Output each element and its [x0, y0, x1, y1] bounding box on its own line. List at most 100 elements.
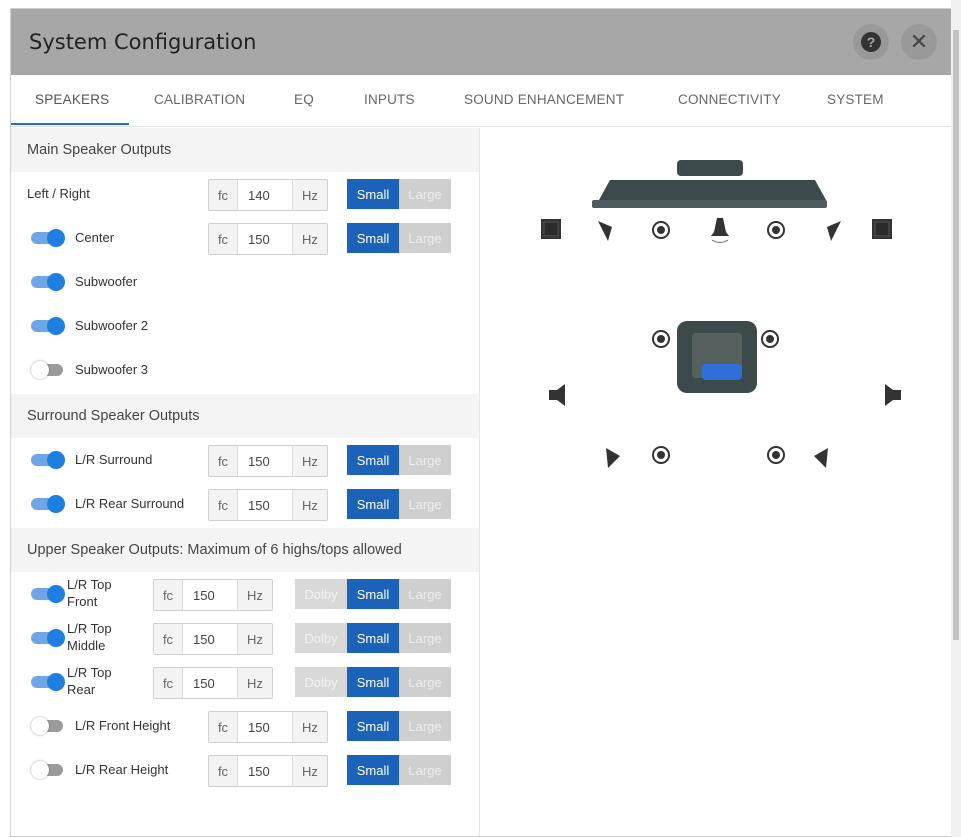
- large-button[interactable]: Large: [399, 579, 451, 609]
- lr-front-height-toggle[interactable]: [31, 717, 67, 735]
- size-selector: Small Large: [347, 179, 451, 209]
- row-lr-rear-height: L/R Rear Height fc 150 Hz Small Large: [11, 748, 479, 792]
- crossover-input[interactable]: fc 150 Hz: [208, 445, 328, 477]
- main-section-heading: Main Speaker Outputs: [11, 128, 479, 172]
- crossover-input[interactable]: fc 150 Hz: [208, 711, 328, 743]
- small-button[interactable]: Small: [347, 623, 399, 653]
- crossover-value[interactable]: 150: [238, 490, 292, 520]
- dolby-button[interactable]: Dolby: [295, 579, 347, 609]
- help-button[interactable]: ?: [853, 24, 889, 60]
- scrollbar-thumb[interactable]: [953, 30, 959, 640]
- small-button[interactable]: Small: [347, 179, 399, 209]
- small-button[interactable]: Small: [347, 223, 399, 253]
- large-button[interactable]: Large: [399, 223, 451, 253]
- row-label: L/R Front Height: [75, 718, 171, 733]
- row-lr-top-front: L/R Top Front fc 150 Hz Dolby Small Large: [11, 572, 479, 616]
- upper-section-heading: Upper Speaker Outputs: Maximum of 6 high…: [11, 528, 479, 572]
- small-button[interactable]: Small: [347, 445, 399, 475]
- small-button[interactable]: Small: [347, 755, 399, 785]
- front-right-speaker-icon: [827, 221, 841, 241]
- tab-sound-enhancement[interactable]: SOUND ENHANCEMENT: [464, 92, 624, 107]
- large-button[interactable]: Large: [399, 445, 451, 475]
- lr-rear-height-toggle[interactable]: [31, 761, 67, 779]
- size-selector: Dolby Small Large: [295, 623, 451, 653]
- crossover-value[interactable]: 150: [183, 624, 237, 654]
- crossover-value[interactable]: 150: [238, 224, 292, 254]
- rear-left-speaker-icon: [606, 448, 620, 468]
- close-button[interactable]: ✕: [901, 24, 937, 60]
- large-button[interactable]: Large: [399, 755, 451, 785]
- size-selector: Small Large: [347, 223, 451, 253]
- active-tab-indicator: [11, 123, 129, 125]
- row-center: Center fc 150 Hz Small Large: [11, 216, 479, 260]
- crossover-value[interactable]: 150: [183, 580, 237, 610]
- small-button[interactable]: Small: [347, 667, 399, 697]
- row-subwoofer: Subwoofer: [11, 260, 479, 304]
- subwoofer-toggle[interactable]: [31, 273, 67, 291]
- crossover-value[interactable]: 140: [238, 180, 292, 210]
- size-selector: Small Large: [347, 489, 451, 519]
- lr-rear-surround-toggle[interactable]: [31, 495, 67, 513]
- tab-inputs[interactable]: INPUTS: [364, 92, 415, 107]
- front-left-speaker-icon: [598, 221, 612, 241]
- rear-right-speaker-icon: [814, 448, 828, 468]
- size-selector: Small Large: [347, 445, 451, 475]
- large-button[interactable]: Large: [399, 489, 451, 519]
- row-subwoofer-3: Subwoofer 3: [11, 348, 479, 392]
- row-subwoofer-2: Subwoofer 2: [11, 304, 479, 348]
- crossover-input[interactable]: fc 150 Hz: [208, 223, 328, 255]
- crossover-input[interactable]: fc 150 Hz: [208, 489, 328, 521]
- tab-speakers[interactable]: SPEAKERS: [35, 92, 109, 107]
- subwoofer-2-toggle[interactable]: [31, 317, 67, 335]
- speaker-layout-diagram: [480, 128, 951, 836]
- small-button[interactable]: Small: [347, 711, 399, 741]
- top-rear-right-speaker-icon: [767, 446, 785, 464]
- row-label: Left / Right: [27, 186, 90, 201]
- small-button[interactable]: Small: [347, 579, 399, 609]
- lr-top-middle-toggle[interactable]: [31, 629, 67, 647]
- help-icon: ?: [861, 32, 881, 52]
- row-label: Subwoofer: [75, 274, 138, 289]
- large-button[interactable]: Large: [399, 667, 451, 697]
- large-button[interactable]: Large: [399, 711, 451, 741]
- small-button[interactable]: Small: [347, 489, 399, 519]
- row-lr-top-middle: L/R Top Middle fc 150 Hz Dolby Small Larg…: [11, 616, 479, 660]
- crossover-value[interactable]: 150: [183, 668, 237, 698]
- crossover-input[interactable]: fc 150 Hz: [153, 623, 273, 655]
- crossover-input[interactable]: fc 150 Hz: [153, 579, 273, 611]
- center-speaker-icon: [711, 218, 729, 243]
- row-left-right: Left / Right fc 140 Hz Small Large: [11, 172, 479, 216]
- top-middle-right-speaker-icon: [761, 330, 779, 348]
- row-label: L/R Top Middle: [67, 621, 112, 653]
- title-bar: System Configuration ? ✕: [11, 9, 951, 75]
- dolby-button[interactable]: Dolby: [295, 667, 347, 697]
- tab-eq[interactable]: EQ: [294, 92, 314, 107]
- row-label: L/R Rear Height: [75, 762, 169, 777]
- scrollbar[interactable]: [951, 0, 961, 837]
- tab-system[interactable]: SYSTEM: [827, 92, 884, 107]
- size-selector: Small Large: [347, 755, 451, 785]
- top-front-left-speaker-icon: [652, 221, 670, 239]
- crossover-value[interactable]: 150: [238, 756, 292, 786]
- center-toggle[interactable]: [31, 229, 67, 247]
- large-button[interactable]: Large: [399, 623, 451, 653]
- lr-surround-toggle[interactable]: [31, 451, 67, 469]
- close-icon: ✕: [909, 29, 929, 54]
- size-selector: Small Large: [347, 711, 451, 741]
- lr-top-front-toggle[interactable]: [31, 585, 67, 603]
- crossover-input[interactable]: fc 140 Hz: [208, 179, 328, 211]
- crossover-value[interactable]: 150: [238, 712, 292, 742]
- dolby-button[interactable]: Dolby: [295, 623, 347, 653]
- crossover-input[interactable]: fc 150 Hz: [153, 667, 273, 699]
- large-button[interactable]: Large: [399, 179, 451, 209]
- row-label: Subwoofer 2: [75, 318, 148, 333]
- tab-bar: SPEAKERS CALIBRATION EQ INPUTS SOUND ENH…: [11, 75, 951, 127]
- subwoofer-3-toggle[interactable]: [31, 361, 67, 379]
- tab-calibration[interactable]: CALIBRATION: [154, 92, 245, 107]
- row-label: L/R Rear Surround: [75, 496, 185, 511]
- lr-top-rear-toggle[interactable]: [31, 673, 67, 691]
- tab-connectivity[interactable]: CONNECTIVITY: [678, 92, 781, 107]
- crossover-value[interactable]: 150: [238, 446, 292, 476]
- row-label: L/R Top Front: [67, 577, 112, 609]
- crossover-input[interactable]: fc 150 Hz: [208, 755, 328, 787]
